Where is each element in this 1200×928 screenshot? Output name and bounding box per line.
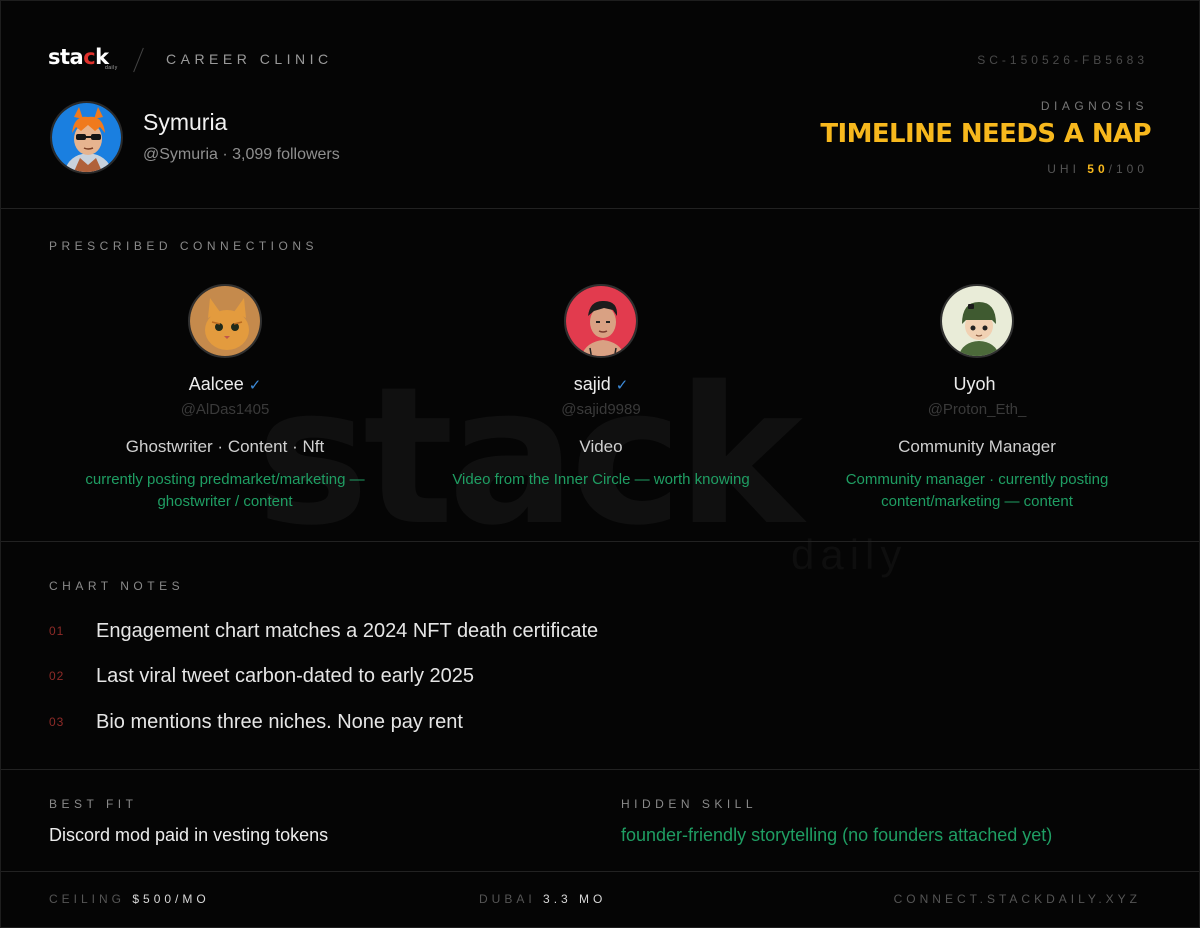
divider [1, 769, 1199, 770]
header-separator [133, 47, 144, 73]
notes-label: CHART NOTES [49, 579, 185, 593]
ceiling-stat: CEILING $500/MO [49, 892, 210, 906]
connection-name-row: sajid ✓ [411, 374, 791, 396]
connection-name-row: Uyoh [787, 374, 1167, 396]
dubai-stat: DUBAI 3.3 MO [479, 892, 606, 906]
profile-name: Symuria [143, 109, 228, 135]
connection-role: Ghostwriter · Content · Nft [125, 437, 325, 456]
connection-card-3[interactable]: Uyoh @Proton_Eth_ Community Manager Comm… [787, 284, 1167, 513]
uhi-label: UHI [1047, 162, 1080, 176]
diagnosis-label: DIAGNOSIS [1040, 99, 1148, 113]
divider [1, 208, 1199, 209]
watermark-sub: daily [791, 531, 908, 578]
connection-avatar[interactable] [564, 284, 638, 358]
connection-name: sajid [573, 374, 611, 394]
connection-card-1[interactable]: Aalcee ✓ @AlDas1405 Ghostwriter · Content… [35, 284, 415, 513]
connection-name: Aalcee [188, 374, 244, 394]
connection-note: Community manager · currently posting co… [845, 471, 1109, 510]
dubai-value: 3.3 MO [543, 892, 607, 906]
best-fit-value: Discord mod paid in vesting tokens [49, 825, 329, 845]
connection-handle[interactable]: @sajid9989 [411, 401, 791, 418]
uhi-score-line: UHI 50/100 [1047, 162, 1148, 176]
connection-role: Video [579, 437, 623, 456]
hidden-skill-label: HIDDEN SKILL [621, 797, 758, 811]
verified-check-icon: ✓ [248, 377, 262, 394]
ceiling-value: $500/MO [132, 892, 210, 906]
divider [1, 871, 1199, 872]
connections-label: PRESCRIBED CONNECTIONS [49, 239, 319, 253]
brand-logo[interactable]: stack [48, 45, 109, 69]
uhi-max: /100 [1108, 162, 1148, 176]
connection-handle[interactable]: @AlDas1405 [35, 401, 415, 418]
case-id: SC-150526-FB5683 [977, 53, 1148, 67]
ceiling-label: CEILING [49, 892, 126, 906]
section-title: CAREER CLINIC [166, 51, 333, 67]
connection-role: Community Manager [898, 437, 1056, 456]
connection-note: Video from the Inner Circle — worth know… [452, 471, 750, 488]
connection-avatar[interactable] [940, 284, 1014, 358]
footer-url[interactable]: CONNECT.STACKDAILY.XYZ [894, 892, 1141, 906]
connection-name: Uyoh [953, 374, 996, 394]
best-fit-label: BEST FIT [49, 797, 138, 811]
profile-meta: @Symuria · 3,099 followers [143, 146, 340, 163]
divider [1, 541, 1199, 542]
note-text: Bio mentions three niches. None pay rent [96, 711, 463, 733]
connection-avatar[interactable] [188, 284, 262, 358]
verified-check-icon: ✓ [615, 377, 629, 394]
connection-handle[interactable]: @Proton_Eth_ [787, 401, 1167, 418]
note-text: Engagement chart matches a 2024 NFT deat… [96, 620, 599, 642]
uhi-score: 50 [1087, 162, 1109, 176]
dubai-label: DUBAI [479, 892, 536, 906]
note-number: 01 [49, 624, 65, 638]
diagnosis-title: TIMELINE NEEDS A NAP [820, 119, 1151, 149]
hidden-skill-value: founder-friendly storytelling (no founde… [621, 825, 1053, 845]
connection-card-2[interactable]: sajid ✓ @sajid9989 Video Video from the I… [411, 284, 791, 491]
brand-logo-sub: daily [105, 65, 118, 71]
clinic-card: stack daily stack daily CAREER CLINIC SC… [0, 0, 1200, 928]
note-number: 03 [49, 715, 65, 729]
note-text: Last viral tweet carbon-dated to early 2… [96, 665, 474, 687]
note-number: 02 [49, 669, 65, 683]
profile-avatar[interactable] [50, 101, 123, 174]
connection-name-row: Aalcee ✓ [35, 374, 415, 396]
connection-note: currently posting predmarket/marketing —… [85, 471, 365, 510]
